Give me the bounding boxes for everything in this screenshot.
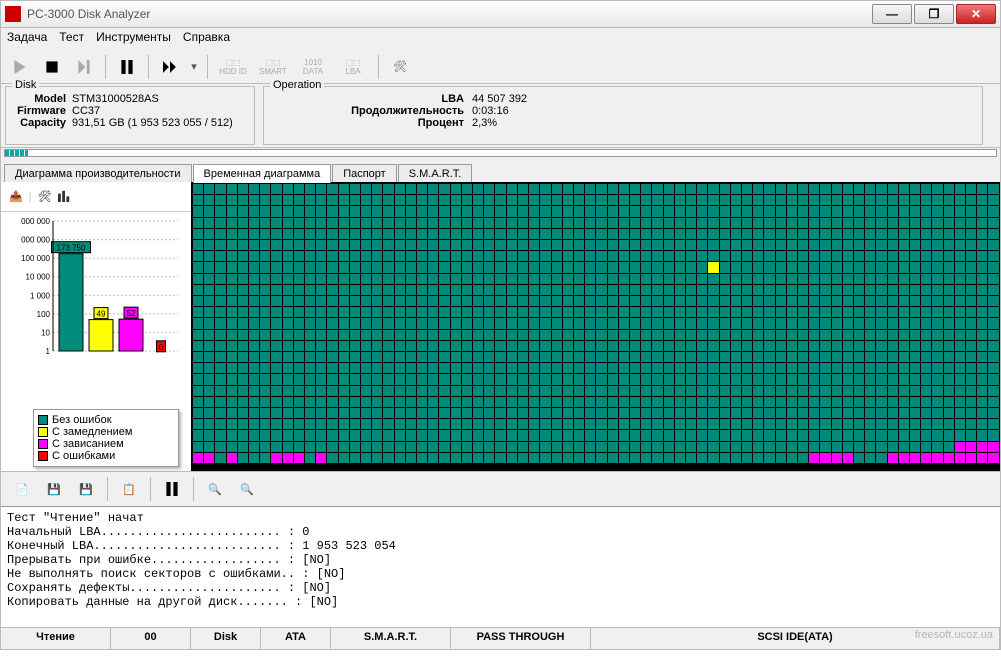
ff-button[interactable] [155, 54, 185, 80]
menu-tools[interactable]: Инструменты [96, 30, 171, 48]
menu-task[interactable]: Задача [7, 30, 47, 48]
info-bar: Disk ModelSTM31000528AS FirmwareCC37 Cap… [0, 84, 1001, 148]
svg-text:0: 0 [159, 343, 164, 352]
tab-time-diagram[interactable]: Временная диаграмма [193, 164, 332, 183]
lba-button[interactable]: ⬚⬚LBA [334, 54, 372, 80]
svg-text:1 000: 1 000 [30, 291, 51, 300]
dur-value: 0:03:16 [472, 105, 509, 117]
log-toolbar: 📄 💾 💾 📋 🔍 🔍 [0, 472, 1001, 506]
log-panel[interactable]: Тест "Чтение" начат Начальный LBA.......… [0, 506, 1001, 628]
fw-label: Firmware [14, 105, 72, 117]
step-button[interactable] [69, 54, 99, 80]
fw-value: CC37 [72, 105, 100, 117]
find-button[interactable]: 🔍 [200, 476, 230, 502]
status-passthrough: PASS THROUGH [451, 628, 591, 649]
pause-log-button[interactable] [157, 476, 187, 502]
data-button[interactable]: 1010DATA [294, 54, 332, 80]
status-bar: Чтение 00 Disk ATA S.M.A.R.T. PASS THROU… [0, 628, 1001, 650]
model-value: STM31000528AS [72, 93, 159, 105]
legend-hang: С зависанием [52, 438, 124, 450]
progress-fill [5, 150, 28, 156]
hddid-button[interactable]: ⬚⬚HDD ID [214, 54, 252, 80]
save-log-button[interactable]: 💾 [39, 476, 69, 502]
chart-toolbar: 📤 | 🛠 [1, 182, 191, 212]
menubar: Задача Тест Инструменты Справка [0, 28, 1001, 50]
svg-text:100: 100 [37, 310, 51, 319]
svg-text:100 000: 100 000 [21, 254, 50, 263]
legend-slow: С замедлением [52, 426, 132, 438]
disk-legend: Disk [12, 79, 39, 91]
minimize-button[interactable]: — [872, 4, 912, 24]
find-next-button[interactable]: 🔍 [232, 476, 262, 502]
operation-fieldset: Operation LBA44 507 392 Продолжительност… [263, 86, 983, 145]
menu-test[interactable]: Тест [59, 30, 84, 48]
cap-value: 931,51 GB (1 953 523 055 / 512) [72, 117, 233, 129]
main-area: 📤 | 🛠 1101001 00010 000100 000000 000000… [0, 182, 1001, 472]
tab-smart[interactable]: S.M.A.R.T. [398, 164, 473, 183]
window-title: PC-3000 Disk Analyzer [27, 7, 872, 21]
svg-text:10 000: 10 000 [26, 273, 51, 282]
status-ata: ATA [261, 628, 331, 649]
main-toolbar: ▾ ⬚⬚HDD ID ⬚⬚SMART 1010DATA ⬚⬚LBA 🛠 [0, 50, 1001, 84]
histogram-chart: 1 10 100 1 000 10 000 100 000 000 000 000 000 17… [1, 212, 191, 407]
barchart-icon[interactable] [58, 188, 72, 205]
play-button[interactable] [5, 54, 35, 80]
status-read: Чтение [1, 628, 111, 649]
tool-icon[interactable]: 🛠 [38, 190, 52, 203]
svg-text:52: 52 [127, 309, 136, 318]
smart-button[interactable]: ⬚⬚SMART [254, 54, 292, 80]
sector-grid [191, 182, 1000, 471]
pct-label: Процент [272, 117, 472, 129]
left-panel: 📤 | 🛠 1101001 00010 000100 000000 000000… [1, 182, 191, 471]
pct-value: 2,3% [472, 117, 497, 129]
legend-box: Без ошибок С замедлением С зависанием С … [33, 409, 179, 467]
svg-text:1: 1 [46, 347, 51, 356]
disk-fieldset: Disk ModelSTM31000528AS FirmwareCC37 Cap… [5, 86, 255, 145]
stop-button[interactable] [37, 54, 67, 80]
lba-label: LBA [272, 93, 472, 105]
progress-bar [0, 148, 1001, 158]
svg-text:000 000: 000 000 [21, 236, 50, 245]
watermark: freesoft.ucoz.ua [915, 629, 993, 641]
tab-performance[interactable]: Диаграмма производительности [4, 164, 192, 183]
status-00: 00 [111, 628, 191, 649]
lba-value: 44 507 392 [472, 93, 527, 105]
tab-passport[interactable]: Паспорт [332, 164, 397, 183]
op-legend: Operation [270, 79, 324, 91]
close-button[interactable]: ✕ [956, 4, 996, 24]
new-log-button[interactable]: 📄 [7, 476, 37, 502]
app-icon [5, 6, 21, 22]
pause-button[interactable] [112, 54, 142, 80]
svg-text:000 000: 000 000 [21, 217, 50, 226]
legend-err: С ошибками [52, 450, 115, 462]
tools-icon[interactable]: 🛠 [385, 54, 415, 80]
model-label: Model [14, 93, 72, 105]
export-icon[interactable]: 📤 [9, 190, 23, 203]
ff-dropdown[interactable]: ▾ [187, 54, 201, 80]
svg-text:49: 49 [97, 310, 106, 319]
copy-button[interactable]: 📋 [114, 476, 144, 502]
svg-text:10: 10 [41, 328, 50, 337]
titlebar: PC-3000 Disk Analyzer — ❐ ✕ [0, 0, 1001, 28]
cap-label: Capacity [14, 117, 72, 129]
svg-text:173 750: 173 750 [57, 244, 86, 253]
status-disk: Disk [191, 628, 261, 649]
tab-bar: Диаграмма производительности Временная д… [0, 158, 1001, 182]
status-smart: S.M.A.R.T. [331, 628, 451, 649]
maximize-button[interactable]: ❐ [914, 4, 954, 24]
menu-help[interactable]: Справка [183, 30, 230, 48]
saveas-log-button[interactable]: 💾 [71, 476, 101, 502]
dur-label: Продолжительность [272, 105, 472, 117]
legend-ok: Без ошибок [52, 414, 112, 426]
